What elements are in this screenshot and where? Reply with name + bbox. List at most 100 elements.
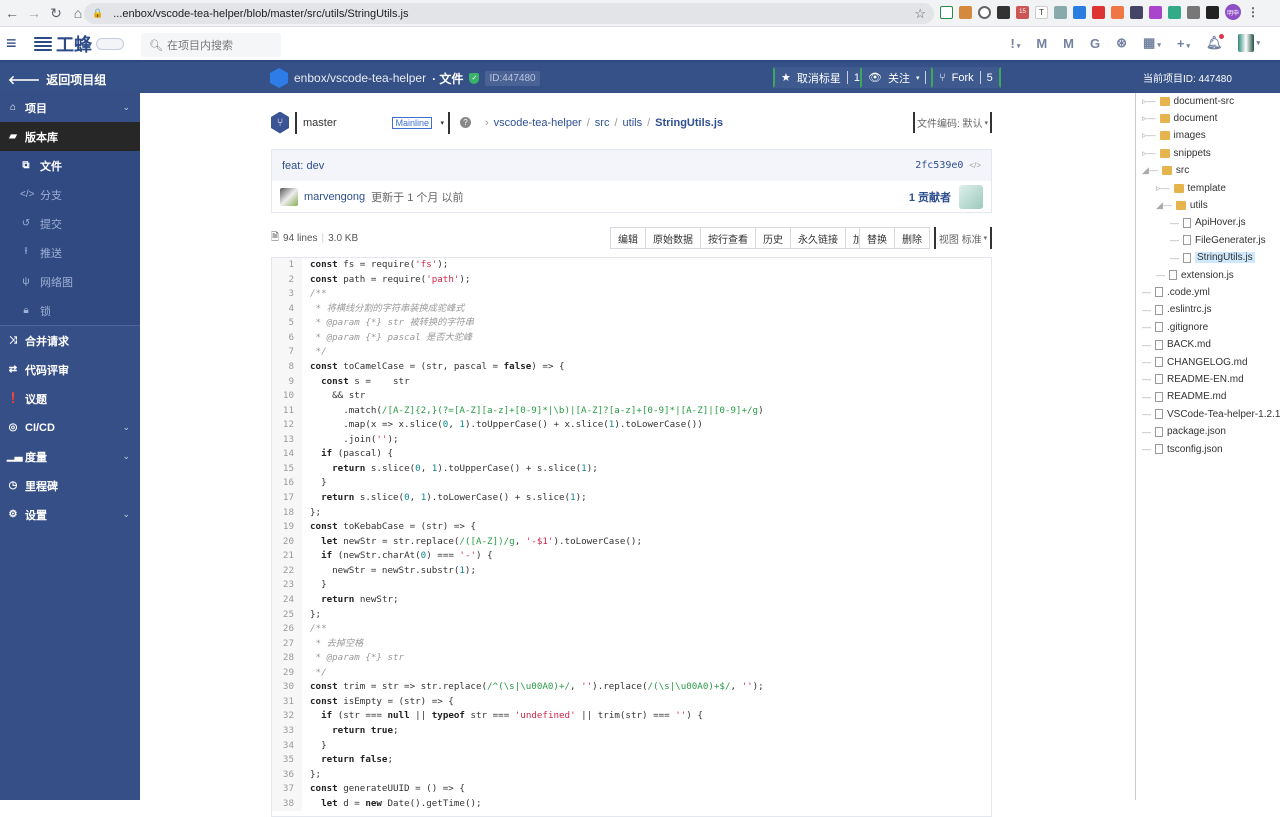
notifications-bell-icon[interactable]: 🔔︎ (1206, 34, 1225, 51)
line-number[interactable]: 10 (272, 389, 302, 404)
tree-file[interactable]: — extension.js (1156, 267, 1234, 283)
line-number[interactable]: 21 (272, 549, 302, 564)
line-number[interactable]: 34 (272, 738, 302, 754)
ruler-ext-icon[interactable] (959, 5, 972, 19)
back-to-group-link[interactable]: 🡐 返回项目组 (8, 71, 106, 88)
line-number[interactable]: 31 (272, 694, 302, 710)
address-bar[interactable]: 🔒 ...enbox/vscode-tea-helper/blob/master… (84, 3, 934, 24)
line-number[interactable]: 20 (272, 534, 302, 550)
sidebar-item-code-review[interactable]: ⇄ 代码评审 (0, 355, 140, 384)
breadcrumb-item[interactable]: utils (623, 117, 643, 129)
line-number[interactable]: 3 (272, 287, 302, 302)
feather-ext-icon[interactable] (1149, 5, 1162, 19)
sidebar-item-branches[interactable]: </> 分支 (0, 180, 140, 209)
grid-ext-icon[interactable] (1130, 5, 1143, 19)
fork-button[interactable]: ⑂ Fork 5 (931, 67, 1001, 88)
line-number[interactable]: 6 (272, 330, 302, 346)
tree-folder[interactable]: ▹— template (1156, 180, 1226, 196)
collapsed-triangle-icon[interactable]: ▹— (1142, 113, 1156, 124)
history-button[interactable]: 历史 (756, 227, 791, 249)
line-number[interactable]: 23 (272, 578, 302, 593)
sidebar-item-commits[interactable]: ↺ 提交 (0, 209, 140, 238)
text-ext-icon[interactable]: T (1035, 5, 1048, 19)
encoding-selector[interactable]: 文件编码: 默认 ▾ (913, 112, 992, 133)
author-name-link[interactable]: marvengong (304, 191, 365, 203)
line-number[interactable]: 4 (272, 301, 302, 317)
line-number[interactable]: 30 (272, 680, 302, 695)
line-number[interactable]: 22 (272, 563, 302, 579)
tree-file[interactable]: — VSCode-Tea-helper-1.2.1.vsix (1142, 406, 1280, 422)
tree-file[interactable]: — FileGenerater.js (1170, 232, 1266, 248)
line-number[interactable]: 7 (272, 345, 302, 360)
bookmark-star-icon[interactable]: ☆ (914, 6, 926, 22)
blame-button[interactable]: 按行查看 (701, 227, 756, 249)
line-number[interactable]: 19 (272, 520, 302, 535)
commit-message-link[interactable]: feat: dev (282, 160, 324, 172)
line-number[interactable]: 1 (272, 258, 302, 273)
project-search-input[interactable]: 🔍︎ 在项目内搜索 (141, 33, 281, 57)
line-number[interactable]: 12 (272, 418, 302, 433)
tree-folder[interactable]: ▹— document-src (1142, 93, 1234, 109)
tree-folder[interactable]: ◢— src (1142, 163, 1189, 179)
sidebar-item-push[interactable]: ⭱ 推送 (0, 238, 140, 267)
sidebar-item-network[interactable]: ψ 网络图 (0, 267, 140, 296)
line-number[interactable]: 38 (272, 796, 302, 812)
user-menu[interactable]: ▾ (1238, 34, 1260, 52)
g-icon[interactable]: G (1090, 36, 1100, 51)
line-number[interactable]: 29 (272, 665, 302, 681)
edit-button[interactable]: 编辑 (610, 227, 646, 249)
tree-ext-icon[interactable] (1111, 5, 1124, 19)
tree-file[interactable]: — StringUtils.js (1170, 250, 1255, 266)
screenshot-ext-icon[interactable] (940, 5, 953, 19)
branch-selector[interactable]: master Mainline ▾ (295, 111, 450, 134)
help-circle-icon[interactable]: ⊛ (1116, 35, 1127, 51)
profile-avatar[interactable]: 明申 (1225, 4, 1241, 20)
line-number[interactable]: 14 (272, 447, 302, 462)
line-number[interactable]: 35 (272, 753, 302, 768)
breadcrumb-item[interactable]: src (595, 117, 610, 129)
tree-folder[interactable]: ◢— utils (1156, 197, 1208, 213)
sidebar-item-files[interactable]: ⧉ 文件 (0, 151, 140, 180)
sidebar-item-milestones[interactable]: ◷ 里程碑 (0, 471, 140, 500)
contributor-avatar[interactable] (959, 185, 983, 209)
line-number[interactable]: 24 (272, 592, 302, 608)
create-plus-dropdown[interactable]: + ▾ (1177, 36, 1190, 51)
collapsed-triangle-icon[interactable]: ▹— (1142, 96, 1156, 107)
tree-file[interactable]: — .code.yml (1142, 284, 1210, 300)
permalink-button[interactable]: 永久链接 (791, 227, 846, 249)
hamburger-menu-icon[interactable]: ≡ (6, 33, 26, 54)
back-arrow-icon[interactable]: ← (2, 3, 22, 23)
line-number[interactable]: 16 (272, 476, 302, 491)
expanded-triangle-icon[interactable]: ◢— (1156, 200, 1172, 211)
badge-ext-icon[interactable]: 15 (1016, 5, 1029, 19)
sidebar-item-lock[interactable]: 🔒︎ 锁 (0, 296, 140, 325)
expanded-triangle-icon[interactable]: ◢— (1142, 165, 1158, 176)
tree-file[interactable]: — BACK.md (1142, 337, 1211, 353)
line-number[interactable]: 15 (272, 461, 302, 477)
collapsed-triangle-icon[interactable]: ▹— (1142, 130, 1156, 141)
help-icon[interactable]: ? (460, 117, 471, 128)
sidebar-item-metrics[interactable]: ▁▃ 度量 ⌄ (0, 442, 140, 471)
breadcrumb-item[interactable]: vscode-tea-helper (494, 117, 582, 129)
line-number[interactable]: 5 (272, 316, 302, 331)
reload-icon[interactable]: ↻ (46, 3, 66, 23)
commit-sha-link[interactable]: 2fc539e0 (915, 160, 963, 171)
line-number[interactable]: 13 (272, 432, 302, 448)
line-number[interactable]: 28 (272, 651, 302, 666)
alert-dropdown[interactable]: ! ▾ (1010, 36, 1020, 51)
logo[interactable]: 工蜂 (34, 31, 124, 57)
line-number[interactable]: 17 (272, 491, 302, 506)
tree-file[interactable]: — .gitignore (1142, 319, 1208, 335)
sidebar-item-issues[interactable]: ❗ 议题 (0, 384, 140, 413)
sidebar-item-settings[interactable]: ⚙ 设置 ⌄ (0, 500, 140, 529)
tree-folder[interactable]: ▹— images (1142, 128, 1206, 144)
forward-arrow-icon[interactable]: → (24, 3, 44, 23)
leaf-ext-icon[interactable] (1168, 5, 1181, 19)
view-mode-selector[interactable]: 视图 标准 ▾ (934, 227, 992, 249)
project-path-link[interactable]: enbox/vscode-tea-helper (294, 71, 426, 85)
line-number[interactable]: 11 (272, 403, 302, 419)
puzzle-icon[interactable] (1206, 5, 1219, 19)
line-number[interactable]: 25 (272, 607, 302, 623)
tree-folder[interactable]: ▹— document (1142, 110, 1217, 126)
tree-file[interactable]: — README.md (1142, 389, 1226, 405)
